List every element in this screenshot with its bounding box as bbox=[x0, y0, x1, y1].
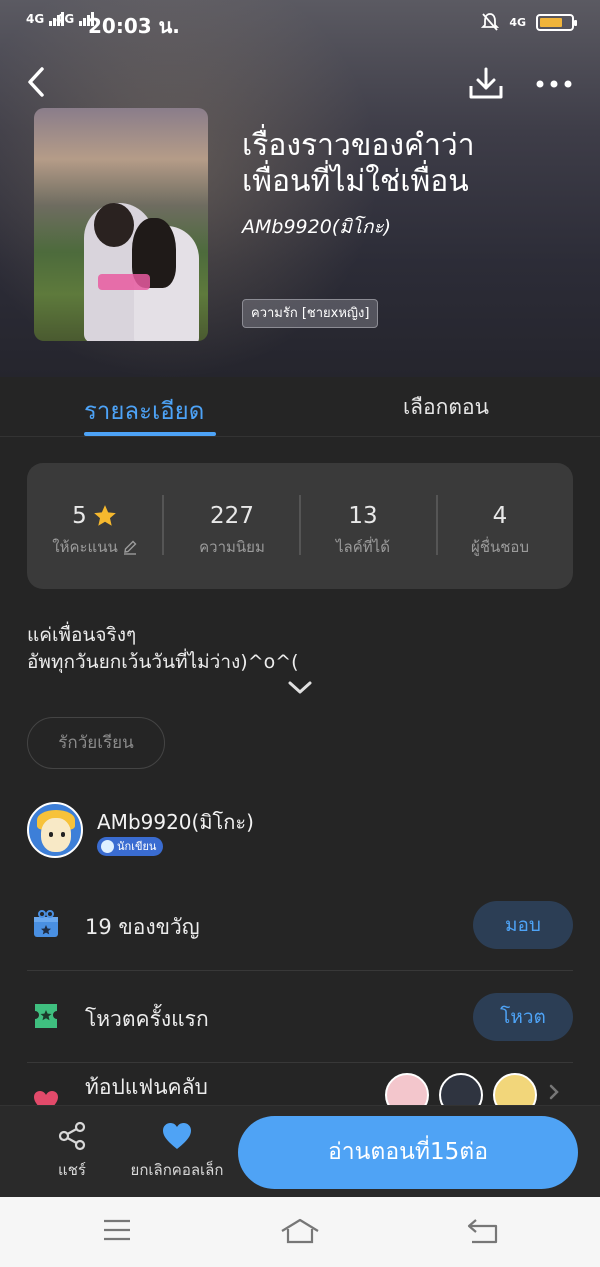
expand-description-button[interactable] bbox=[286, 679, 314, 697]
story-author[interactable]: AMb9920(มิโกะ) bbox=[242, 212, 391, 242]
ticket-icon bbox=[35, 1004, 57, 1028]
fan-avatars bbox=[385, 1069, 565, 1117]
stats-card: 5 ให้คะแนน 227 ความนิยม 13 ไลค์ที่ได้ 4 … bbox=[27, 463, 573, 589]
likes-stat: 13 ไลค์ที่ได้ bbox=[295, 501, 431, 559]
vote-row: โหวตครั้งแรก โหวต bbox=[27, 971, 573, 1063]
home-icon[interactable] bbox=[280, 1217, 320, 1245]
network-type-label: 4G bbox=[56, 12, 75, 26]
pencil-icon bbox=[123, 540, 137, 555]
likes-label: ไลค์ที่ได้ bbox=[336, 538, 390, 556]
rating-label: ให้คะแนน bbox=[52, 538, 118, 556]
gift-row: 19 ของขวัญ มอบ bbox=[27, 879, 573, 971]
download-icon bbox=[469, 67, 503, 99]
story-description: แค่เพื่อนจริงๆ อัพทุกวันยกเว้นวันที่ไม่ว… bbox=[27, 622, 299, 676]
battery-icon bbox=[536, 13, 577, 31]
cover-image bbox=[34, 108, 208, 341]
description-line-1: แค่เพื่อนจริงๆ bbox=[27, 624, 137, 646]
system-navigation-bar bbox=[0, 1197, 600, 1267]
writer-badge: นักเขียน bbox=[97, 837, 164, 856]
back-button[interactable] bbox=[22, 64, 56, 100]
author-name[interactable]: AMb9920(มิโกะ) bbox=[97, 806, 254, 838]
vote-button[interactable]: โหวต bbox=[473, 993, 573, 1041]
gift-count-label: 19 ของขวัญ bbox=[85, 915, 200, 939]
chevron-down-icon bbox=[288, 681, 312, 694]
tab-detail[interactable]: รายละเอียด bbox=[84, 391, 204, 430]
writer-badge-icon bbox=[101, 840, 114, 853]
popularity-label: ความนิยม bbox=[199, 538, 265, 556]
top-fanclub-label: ท้อปแฟนคลับ bbox=[85, 1075, 208, 1099]
story-title-line-1: เรื่องราวของคำว่า bbox=[242, 128, 475, 163]
rating-stat[interactable]: 5 ให้คะแนน bbox=[27, 501, 163, 559]
uncollect-label: ยกเลิกคอลเล็ก bbox=[130, 1161, 224, 1179]
vote-label: โหวตครั้งแรก bbox=[85, 1007, 209, 1031]
fans-value: 4 bbox=[492, 503, 508, 529]
share-icon bbox=[58, 1121, 86, 1151]
bottom-action-bar: แชร์ ยกเลิกคอลเล็ก อ่านตอนที่15ต่อ bbox=[0, 1105, 600, 1197]
fans-stat: 4 ผู้ชื่นชอบ bbox=[432, 501, 568, 559]
share-button[interactable]: แชร์ bbox=[50, 1120, 94, 1182]
popularity-value: 227 bbox=[210, 503, 254, 529]
description-line-2: อัพทุกวันยกเว้นวันที่ไม่ว่าง)^o^( bbox=[27, 651, 299, 673]
heart-filled-icon bbox=[163, 1123, 191, 1149]
author-avatar[interactable] bbox=[27, 802, 83, 858]
more-icon bbox=[536, 80, 572, 88]
status-icons: 4G bbox=[481, 12, 577, 32]
gift-icon bbox=[34, 910, 58, 937]
story-title: เรื่องราวของคำว่า เพื่อนที่ไม่ใช่เพื่อน bbox=[242, 128, 572, 200]
category-tag[interactable]: ความรัก [ชายxหญิง] bbox=[242, 299, 379, 328]
clock: 20:03 น. bbox=[88, 14, 180, 38]
story-title-line-2: เพื่อนที่ไม่ใช่เพื่อน bbox=[242, 164, 469, 199]
detail-content: รายละเอียด เลือกตอน 5 ให้คะแนน 227 ความน… bbox=[0, 377, 600, 1197]
network-type-label: 4G bbox=[509, 15, 526, 29]
back-arrow-icon bbox=[28, 67, 44, 97]
rating-value: 5 bbox=[72, 503, 87, 529]
fans-label: ผู้ชื่นชอบ bbox=[471, 538, 529, 556]
story-header: 4G 4G 20:03 น. 4G เรื่องราวของคำว่า เพื่… bbox=[0, 0, 600, 377]
status-bar: 4G 4G 20:03 น. 4G bbox=[0, 0, 600, 46]
active-tab-indicator bbox=[84, 432, 216, 436]
back-nav-icon[interactable] bbox=[466, 1217, 500, 1245]
uncollect-button[interactable]: ยกเลิกคอลเล็ก bbox=[122, 1120, 232, 1182]
continue-reading-button[interactable]: อ่านตอนที่15ต่อ bbox=[238, 1116, 578, 1189]
share-label: แชร์ bbox=[58, 1161, 86, 1179]
mute-bell-icon bbox=[481, 13, 500, 31]
network-type-label: 4G bbox=[26, 12, 45, 26]
popularity-stat: 227 ความนิยม bbox=[164, 501, 300, 559]
give-gift-button[interactable]: มอบ bbox=[473, 901, 573, 949]
menu-icon[interactable] bbox=[102, 1217, 132, 1243]
genre-chip[interactable]: รักวัยเรียน bbox=[27, 717, 165, 769]
download-button[interactable] bbox=[466, 64, 506, 104]
tab-bar: รายละเอียด เลือกตอน bbox=[0, 377, 600, 437]
writer-badge-label: นักเขียน bbox=[117, 840, 157, 853]
chevron-right-icon bbox=[549, 1084, 559, 1100]
tab-episodes[interactable]: เลือกตอน bbox=[403, 391, 489, 424]
likes-value: 13 bbox=[348, 503, 378, 529]
star-icon bbox=[93, 505, 116, 526]
more-options-button[interactable] bbox=[532, 70, 576, 98]
